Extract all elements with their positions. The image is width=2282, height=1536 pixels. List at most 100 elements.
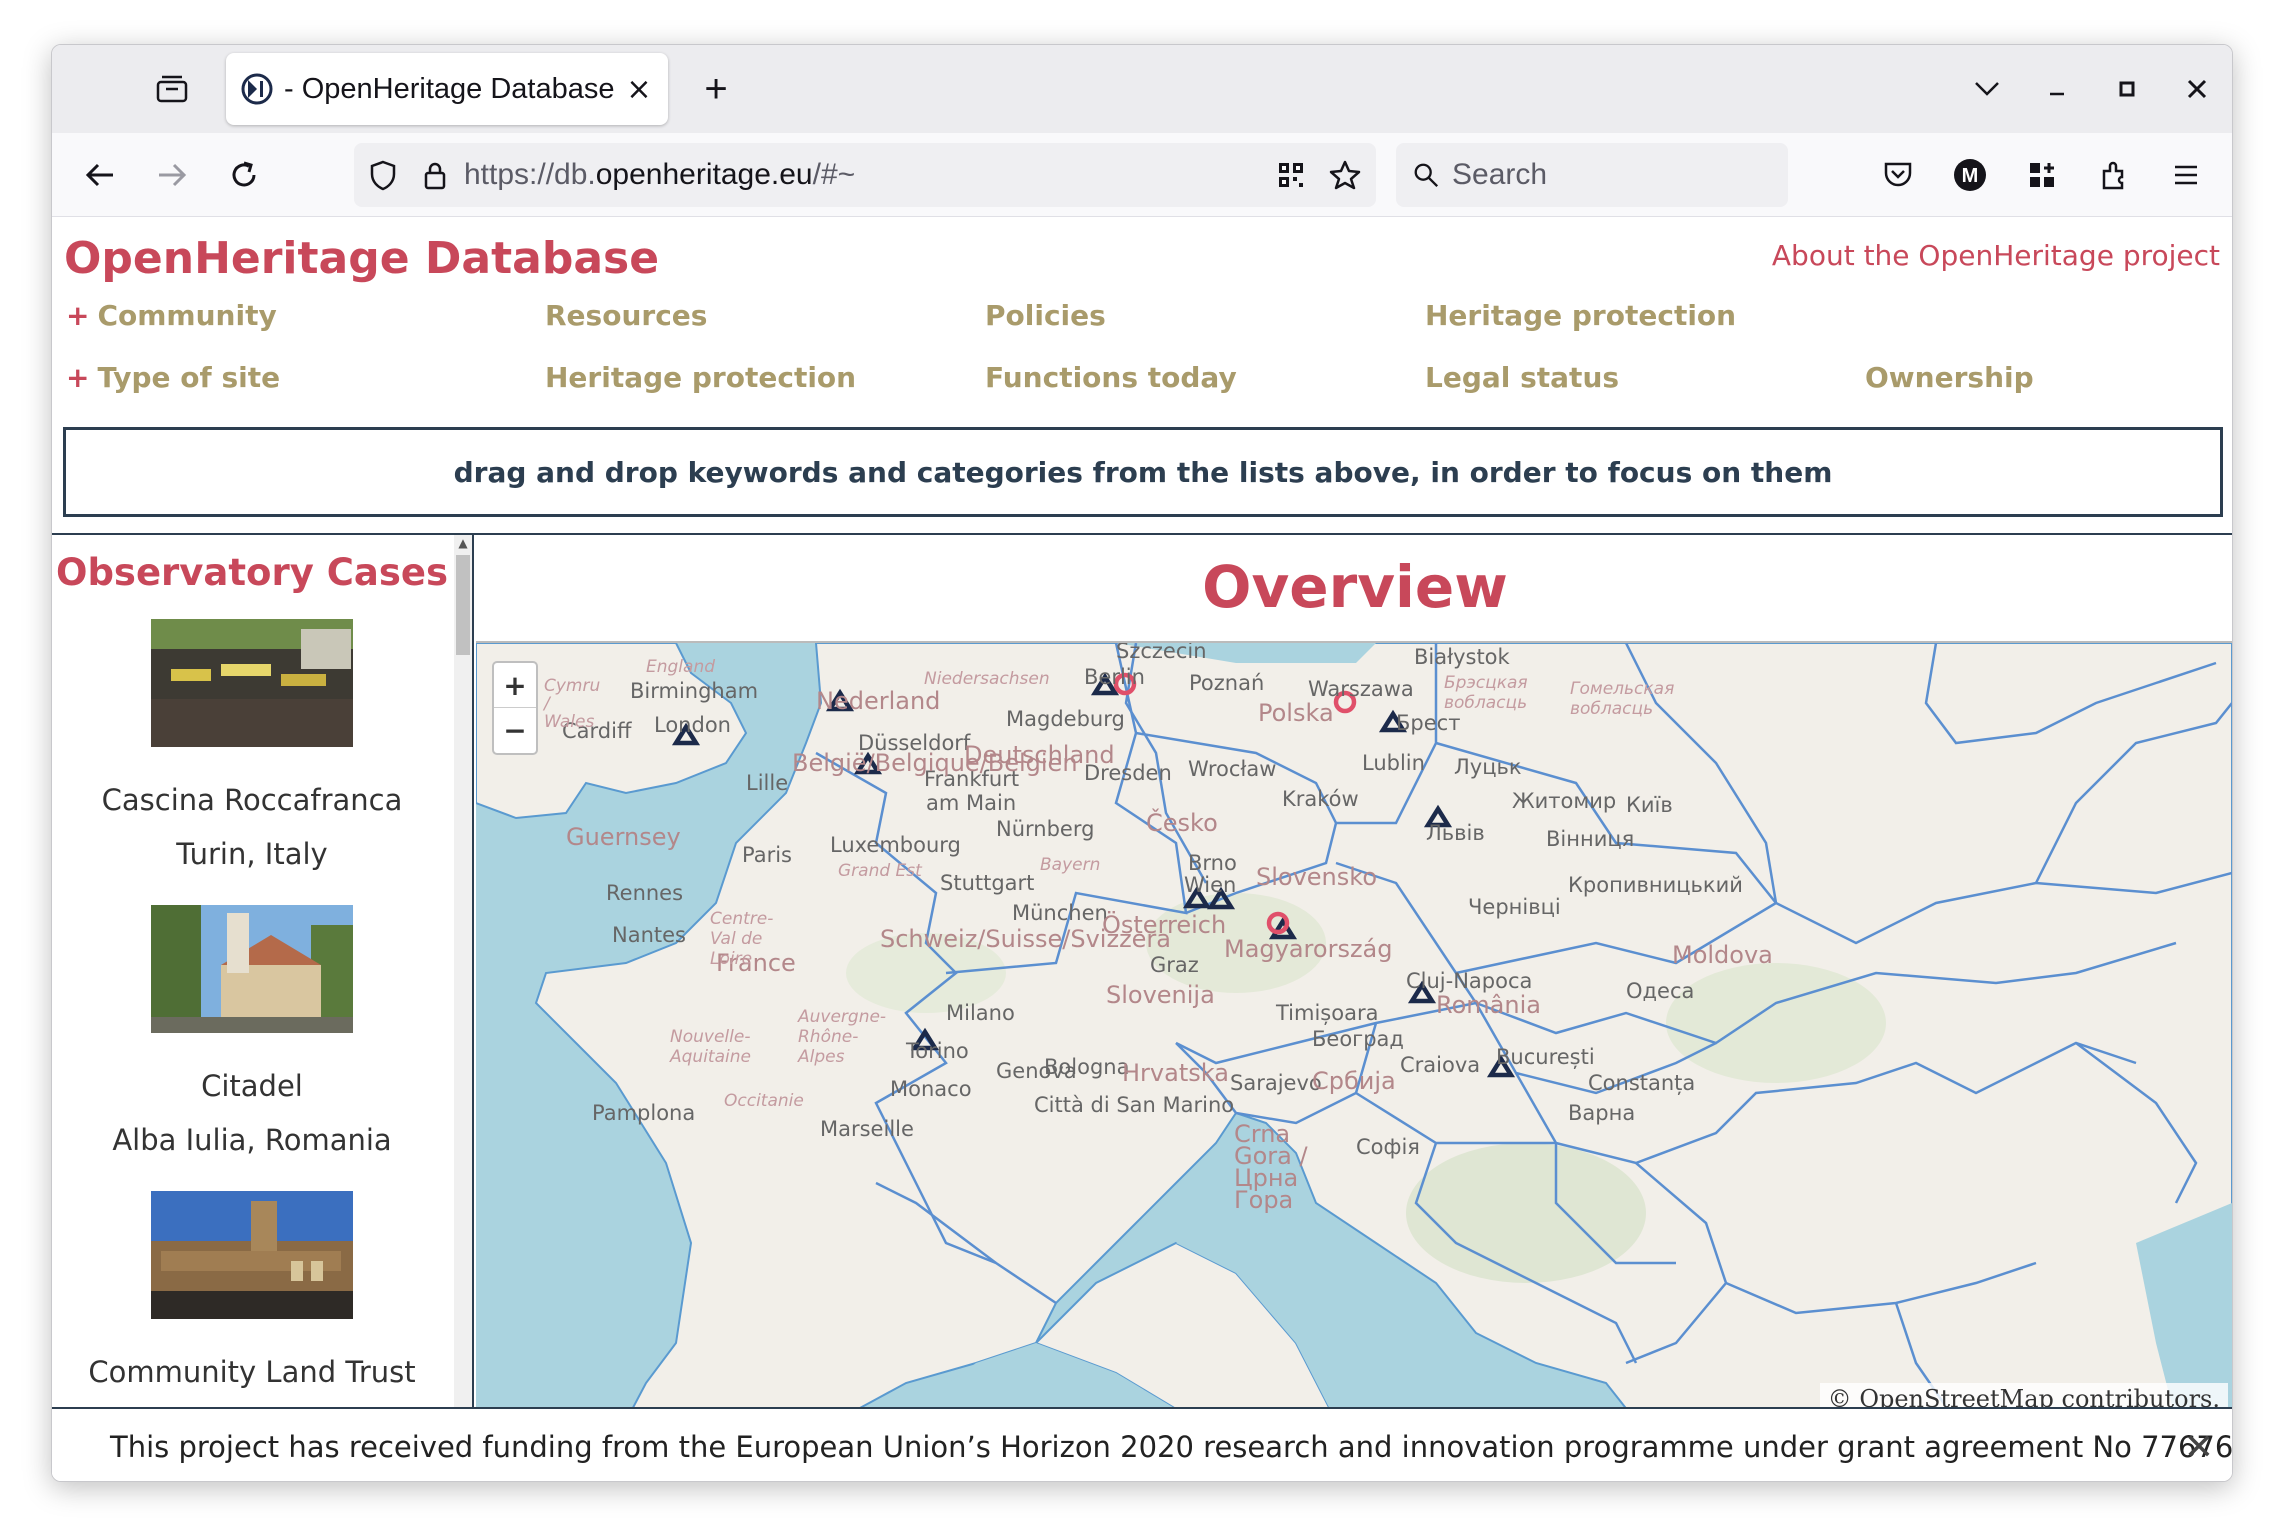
map-label: Lille <box>746 771 789 795</box>
zoom-out-button[interactable]: − <box>494 708 536 753</box>
map-label-country: Nederland <box>816 687 941 715</box>
site-title[interactable]: OpenHeritage Database <box>64 233 659 284</box>
sidebar-title: Observatory Cases <box>55 551 448 594</box>
banner-close-icon[interactable]: ✕ <box>2184 1427 2214 1468</box>
map-label: Città di San Marino <box>1034 1093 1235 1117</box>
search-icon <box>1414 163 1439 188</box>
map-label: Paris <box>742 843 792 867</box>
keyword-functions-today[interactable]: Functions today <box>985 361 1237 394</box>
menu-hamburger-icon[interactable] <box>2150 149 2222 201</box>
shield-icon[interactable] <box>368 159 398 191</box>
keyword-legal-status[interactable]: Legal status <box>1425 361 1619 394</box>
keyword-category-type-of-site[interactable]: + Type of site <box>66 361 280 394</box>
map-label-region: Auvergne-Rhône-Alpes <box>798 1007 887 1067</box>
map-label: Luxembourg <box>830 833 961 857</box>
overview-title: Overview <box>1202 553 1508 621</box>
map-label-region: Centre-Val de Loire <box>710 909 774 969</box>
map-label: Београд <box>1312 1027 1404 1051</box>
map-label: Torino <box>906 1039 969 1063</box>
about-project-link[interactable]: About the OpenHeritage project <box>1772 239 2220 272</box>
maximize-icon[interactable] <box>2092 59 2162 119</box>
url-bar[interactable]: https://db.openheritage.eu/#~ <box>354 143 1376 207</box>
keyword-category-community[interactable]: + Community <box>66 299 277 332</box>
scroll-up-arrow-icon[interactable]: ▲ <box>456 535 470 551</box>
keyword-heritage-protection[interactable]: Heritage protection <box>545 361 856 394</box>
map-label: Milano <box>946 1001 1015 1025</box>
case-thumbnail-church[interactable] <box>151 905 353 1033</box>
keyword-heritage-protection[interactable]: Heritage protection <box>1425 299 1736 332</box>
lock-icon[interactable] <box>420 159 450 191</box>
url-text[interactable]: https://db.openheritage.eu/#~ <box>464 158 1276 192</box>
url-domain: openheritage.eu <box>595 158 813 191</box>
europe-map[interactable]: Birmingham London Cardiff Düsseldorf Fra… <box>476 641 2232 1419</box>
keyword-ownership[interactable]: Ownership <box>1865 361 2034 394</box>
tab-overflow-chevron-icon[interactable] <box>1952 59 2022 119</box>
map-label-region: Гомельская вобласць <box>1570 679 1675 719</box>
map-label-country: Slovenija <box>1106 981 1215 1009</box>
map-label: Варна <box>1568 1101 1636 1125</box>
map-label-country: Crna Gora / Црна Гора <box>1234 1120 1308 1214</box>
map-label: Monaco <box>890 1077 972 1101</box>
scrollbar-thumb[interactable] <box>456 555 470 655</box>
bookmark-star-icon[interactable] <box>1328 159 1362 191</box>
map-label: Graz <box>1150 953 1199 977</box>
expand-plus-icon[interactable]: + <box>66 361 89 394</box>
reload-icon[interactable] <box>218 149 270 201</box>
extensions-grid-icon[interactable] <box>2006 149 2078 201</box>
case-thumbnail-market[interactable] <box>151 619 353 747</box>
map-label: Marseille <box>820 1117 914 1141</box>
map-label: Вінниця <box>1546 827 1635 851</box>
sidebar-scrollbar[interactable]: ▲ ▼ <box>454 535 472 1419</box>
case-name: Community Land Trust <box>88 1355 416 1389</box>
map-label: Berlin <box>1084 665 1145 689</box>
map-label-country: Србија <box>1312 1067 1396 1095</box>
map-label-country: België/Belgique/Belgien <box>792 751 1078 775</box>
case-item[interactable]: Cascina Roccafranca Turin, Italy <box>52 619 452 881</box>
expand-plus-icon[interactable]: + <box>66 299 89 332</box>
minimize-icon[interactable] <box>2022 59 2092 119</box>
pocket-icon[interactable] <box>1862 149 1934 201</box>
case-thumbnail-building[interactable] <box>151 1191 353 1319</box>
map-label-country: Guernsey <box>566 823 681 851</box>
map-label: Kraków <box>1282 787 1359 811</box>
active-tab[interactable]: - OpenHeritage Database × <box>226 53 668 125</box>
search-bar[interactable] <box>1396 143 1788 207</box>
new-tab-button[interactable]: + <box>692 65 740 113</box>
case-location: Turin, Italy <box>176 837 328 871</box>
window-close-icon[interactable] <box>2162 59 2232 119</box>
keyword-policies[interactable]: Policies <box>985 299 1106 332</box>
map-label: Софія <box>1356 1135 1420 1159</box>
map-label: München <box>1012 901 1108 925</box>
map-label: Bologna <box>1044 1055 1130 1079</box>
map-label: Lublin <box>1362 751 1425 775</box>
map-label-country: România <box>1436 991 1541 1019</box>
search-input[interactable] <box>1452 158 1772 192</box>
openheritage-favicon-icon <box>241 73 273 105</box>
tab-title: - OpenHeritage Database <box>284 72 615 105</box>
case-item[interactable]: Citadel Alba Iulia, Romania <box>52 905 452 1167</box>
browser-window: - OpenHeritage Database × + https://db.o… <box>51 44 2233 1482</box>
qr-code-icon[interactable] <box>1276 160 1306 190</box>
keyword-dropzone[interactable]: drag and drop keywords and categories fr… <box>63 427 2223 517</box>
map-label-country: Cymru / Wales <box>544 676 601 732</box>
back-arrow-icon[interactable] <box>74 149 126 201</box>
case-item[interactable]: Community Land Trust London, England <box>52 1191 452 1419</box>
zoom-in-button[interactable]: + <box>494 663 536 708</box>
tab-list-icon[interactable] <box>148 65 196 113</box>
window-controls <box>1952 45 2232 133</box>
observatory-cases-sidebar: Observatory Cases Cascina Roccafranca Tu… <box>52 535 474 1419</box>
funding-banner: This project has received funding from t… <box>52 1407 2233 1481</box>
account-avatar-icon[interactable]: M <box>1934 149 2006 201</box>
map-label: Брест <box>1396 711 1461 735</box>
puzzle-extensions-icon[interactable] <box>2078 149 2150 201</box>
map-label: Wien <box>1184 873 1237 897</box>
forward-arrow-icon[interactable] <box>146 149 198 201</box>
map-label: Stuttgart <box>940 871 1035 895</box>
map-label-region: Nouvelle-Aquitaine <box>670 1027 751 1067</box>
funding-text: This project has received funding from t… <box>110 1430 2233 1464</box>
nav-bar: https://db.openheritage.eu/#~ M <box>52 133 2232 217</box>
tab-close-icon[interactable]: × <box>624 72 654 107</box>
keyword-resources[interactable]: Resources <box>545 299 707 332</box>
map-label-country: Schweiz/Suisse/Svizzera <box>880 925 1171 953</box>
toolbar-right: M <box>1862 149 2222 201</box>
